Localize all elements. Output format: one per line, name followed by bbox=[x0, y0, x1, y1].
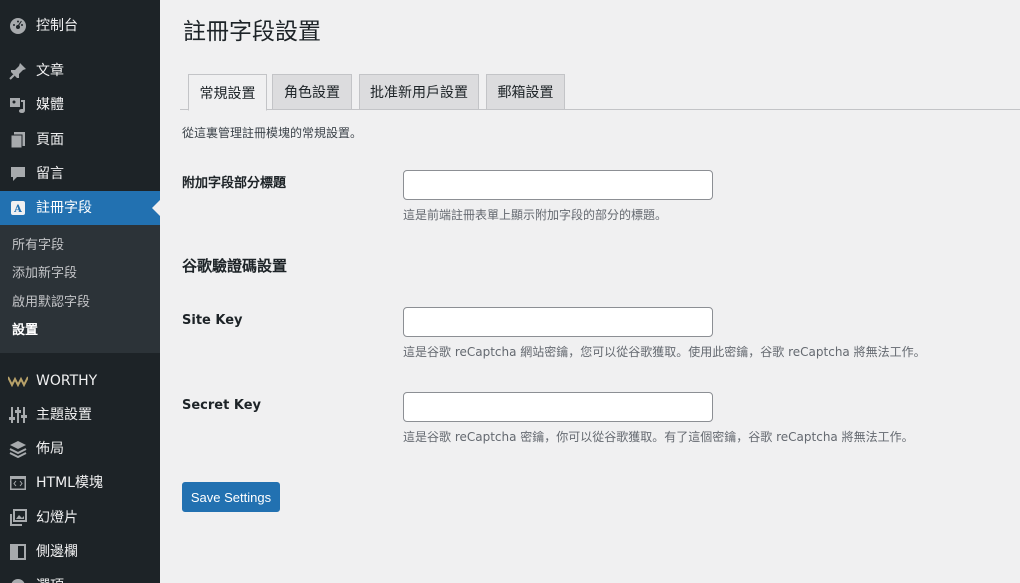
menu-item-sidebar[interactable]: 側邊欄 bbox=[0, 535, 160, 569]
menu-label: 頁面 bbox=[36, 132, 64, 148]
recaptcha-heading: 谷歌驗證碼設置 bbox=[182, 257, 288, 275]
tab-approve-user-settings[interactable]: 批准新用戶設置 bbox=[359, 74, 479, 110]
submenu-item-add-field[interactable]: 添加新字段 bbox=[12, 265, 77, 283]
site-key-input[interactable] bbox=[403, 307, 713, 337]
menu-item-theme-settings[interactable]: 主題設置 bbox=[0, 398, 160, 432]
menu-label: 控制台 bbox=[36, 18, 78, 34]
menu-label: 媒體 bbox=[36, 97, 64, 113]
secret-key-label: Secret Key bbox=[182, 398, 261, 413]
secret-key-input[interactable] bbox=[403, 392, 713, 422]
section-title-label: 附加字段部分標題 bbox=[182, 176, 287, 191]
menu-label: 文章 bbox=[36, 63, 64, 79]
tab-role-settings[interactable]: 角色設置 bbox=[272, 74, 352, 110]
code-icon bbox=[8, 474, 28, 492]
menu-label: 註冊字段 bbox=[36, 200, 92, 216]
section-title-input[interactable] bbox=[403, 170, 713, 200]
menu-item-options[interactable]: 選項 bbox=[0, 569, 160, 583]
submenu-item-all-fields[interactable]: 所有字段 bbox=[12, 237, 64, 255]
submenu: 所有字段 添加新字段 啟用默認字段 設置 bbox=[0, 225, 160, 353]
tab-email-settings[interactable]: 郵箱設置 bbox=[486, 74, 565, 110]
site-key-label: Site Key bbox=[182, 313, 243, 328]
menu-item-media[interactable]: 媒體 bbox=[0, 88, 160, 122]
menu-item-registration-fields[interactable]: A 註冊字段 bbox=[0, 191, 160, 225]
submenu-item-settings[interactable]: 設置 bbox=[12, 322, 38, 340]
media-icon bbox=[8, 96, 28, 114]
comment-icon bbox=[8, 165, 28, 183]
settings-icon bbox=[8, 577, 28, 583]
menu-label: WORTHY bbox=[36, 373, 98, 389]
menu-item-slides[interactable]: 幻燈片 bbox=[0, 501, 160, 535]
secret-key-help: 這是谷歌 reCaptcha 密鑰，你可以從谷歌獲取。有了這個密鑰，谷歌 reC… bbox=[403, 430, 914, 444]
save-settings-button[interactable]: Save Settings bbox=[182, 482, 280, 512]
menu-item-comments[interactable]: 留言 bbox=[0, 157, 160, 191]
menu-item-layout[interactable]: 佈局 bbox=[0, 432, 160, 466]
menu-label: 佈局 bbox=[36, 441, 64, 457]
menu-label: 主題設置 bbox=[36, 407, 92, 423]
pin-icon bbox=[8, 62, 28, 80]
menu-label: 選項 bbox=[36, 577, 64, 583]
submenu-item-default-fields[interactable]: 啟用默認字段 bbox=[12, 294, 90, 312]
sidebar-icon bbox=[8, 543, 28, 561]
menu-label: 側邊欄 bbox=[36, 544, 78, 560]
site-key-help: 這是谷歌 reCaptcha 網站密鑰，您可以從谷歌獲取。使用此密鑰，谷歌 re… bbox=[403, 345, 926, 359]
menu-item-pages[interactable]: 頁面 bbox=[0, 123, 160, 157]
admin-sidebar: 控制台 文章 媒體 頁面 留言 A 註冊字段 所有字段 添加新字段 啟用默認字段… bbox=[0, 0, 160, 583]
intro-text: 從這裏管理註冊模塊的常規設置。 bbox=[182, 126, 363, 140]
svg-text:A: A bbox=[13, 204, 22, 215]
menu-label: 留言 bbox=[36, 166, 64, 182]
worthy-logo-icon bbox=[8, 372, 28, 390]
menu-item-posts[interactable]: 文章 bbox=[0, 54, 160, 88]
dashboard-icon bbox=[8, 17, 28, 35]
page-icon bbox=[8, 131, 28, 149]
layers-icon bbox=[8, 440, 28, 458]
page-title: 註冊字段設置 bbox=[183, 19, 321, 45]
active-indicator bbox=[152, 200, 160, 216]
registration-icon: A bbox=[8, 199, 28, 217]
menu-item-dashboard[interactable]: 控制台 bbox=[0, 9, 160, 43]
menu-item-html-module[interactable]: HTML模塊 bbox=[0, 466, 160, 500]
tab-general-settings[interactable]: 常規設置 bbox=[188, 74, 267, 111]
main-content: 註冊字段設置 常規設置 角色設置 批准新用戶設置 郵箱設置 從這裏管理註冊模塊的… bbox=[160, 0, 1020, 583]
sliders-icon bbox=[8, 406, 28, 424]
menu-label: 幻燈片 bbox=[36, 510, 78, 526]
slides-icon bbox=[8, 509, 28, 527]
menu-item-worthy[interactable]: WORTHY bbox=[0, 364, 160, 398]
menu-label: HTML模塊 bbox=[36, 475, 103, 491]
section-title-help: 這是前端註冊表單上顯示附加字段的部分的標題。 bbox=[403, 208, 668, 222]
